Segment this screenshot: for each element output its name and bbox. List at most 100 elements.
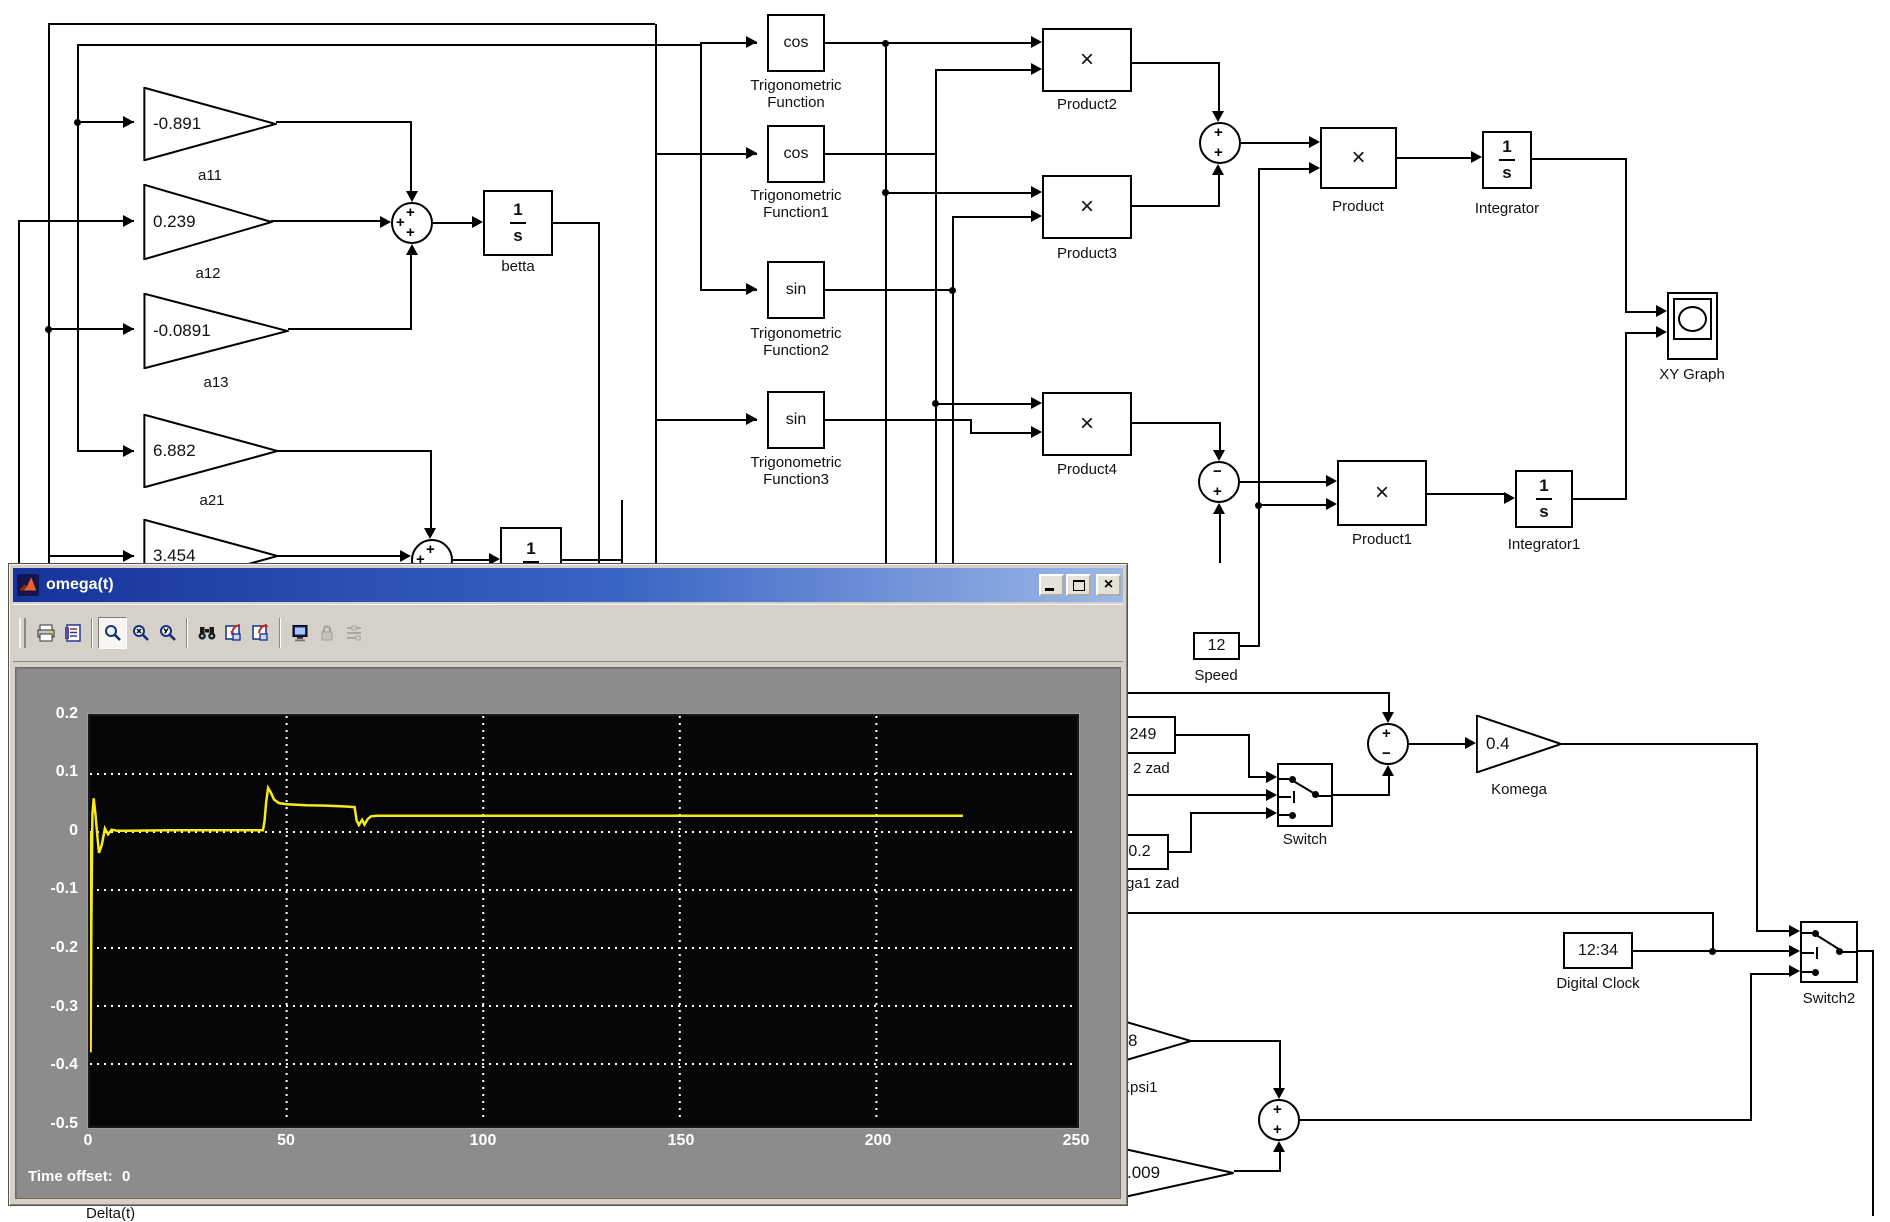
switch2-block[interactable]: [1800, 921, 1858, 983]
wire: [18, 220, 134, 222]
wire: [1131, 62, 1220, 64]
arrow: [424, 528, 436, 539]
xy-graph-block[interactable]: [1667, 292, 1718, 360]
gain-block-a12[interactable]: 0.239: [143, 184, 273, 260]
product2-block[interactable]: ×: [1042, 28, 1132, 92]
trig-block-sin3[interactable]: sin: [767, 391, 825, 449]
gain-value: .009: [1127, 1163, 1160, 1183]
arrow: [1789, 945, 1800, 957]
wire: [18, 221, 20, 563]
sum-block[interactable]: − +: [1198, 461, 1240, 503]
wire: [1279, 1040, 1281, 1089]
junction-dot: [1255, 502, 1262, 509]
minimize-button[interactable]: [1039, 574, 1064, 596]
autoscale-icon[interactable]: [193, 618, 220, 648]
lock-icon[interactable]: [313, 618, 340, 648]
digital-clock-block[interactable]: 12:34: [1563, 932, 1633, 969]
product4-block[interactable]: ×: [1042, 392, 1132, 456]
trig-block-cos[interactable]: cos: [767, 14, 825, 72]
sum-block[interactable]: + +: [1199, 122, 1241, 164]
block-label: Product: [1308, 198, 1408, 215]
scope-plot-area[interactable]: [88, 714, 1079, 1128]
toolbar-grip[interactable]: [19, 618, 26, 648]
constant-value: 12:34: [1565, 934, 1631, 967]
block-label: XY Graph: [1632, 366, 1752, 383]
close-button[interactable]: [1096, 574, 1121, 596]
block-label: Integrator1: [1484, 536, 1604, 553]
sum-sign: +: [1273, 1102, 1282, 1117]
save-axes-icon[interactable]: [220, 618, 247, 648]
product-symbol: ×: [1322, 129, 1395, 187]
block-label: TrigonometricFunction1: [716, 187, 876, 221]
parameters-icon[interactable]: [59, 618, 86, 648]
block-label: betta: [478, 258, 558, 275]
wire: [1625, 332, 1657, 334]
signal-selection-icon[interactable]: [340, 618, 367, 648]
x-tick: 200: [843, 1132, 913, 1150]
y-tick: -0.4: [22, 1055, 78, 1075]
integrator-block[interactable]: 1s: [1482, 131, 1532, 189]
arrow: [1326, 475, 1337, 487]
floating-scope-icon[interactable]: [286, 618, 313, 648]
sum-sign: +: [406, 225, 415, 240]
arrow: [1266, 789, 1277, 801]
integrator1-block[interactable]: 1s: [1515, 470, 1573, 528]
toolbar-separator: [279, 618, 281, 648]
gain-block-a21[interactable]: 6.882: [143, 414, 279, 488]
switch-block[interactable]: [1277, 763, 1333, 827]
wire: [288, 328, 412, 330]
print-icon[interactable]: [32, 618, 59, 648]
zoom-icon[interactable]: [98, 617, 127, 649]
block-label: Switch: [1255, 831, 1355, 848]
trig-block-cos1[interactable]: cos: [767, 125, 825, 183]
gain-block-a13[interactable]: -0.0891: [143, 293, 289, 369]
wire: [1218, 63, 1220, 112]
wire: [561, 559, 623, 561]
arrow: [1382, 765, 1394, 776]
wire: [1388, 692, 1390, 713]
arrow: [1656, 305, 1667, 317]
wire: [77, 45, 79, 452]
zoom-x-icon[interactable]: [127, 618, 154, 648]
arrow: [1465, 737, 1476, 749]
gain-block-a11[interactable]: -0.891: [143, 87, 277, 161]
product1-block[interactable]: ×: [1337, 460, 1427, 526]
wire: [1169, 851, 1192, 853]
maximize-button[interactable]: [1066, 574, 1091, 596]
sum-sign: +: [396, 215, 405, 230]
gain-block-komega[interactable]: 0.4: [1476, 715, 1562, 773]
trig-op: cos: [769, 16, 823, 70]
wire: [1240, 481, 1327, 483]
wire: [935, 403, 1032, 405]
sum-block[interactable]: + −: [1367, 723, 1409, 765]
block-label: Product3: [1037, 245, 1137, 262]
frac-num: 1: [513, 200, 522, 220]
wire: [1191, 1040, 1281, 1042]
arrow: [1471, 151, 1482, 163]
sum-block[interactable]: + +: [1258, 1099, 1300, 1141]
wire: [935, 69, 937, 563]
arrow: [123, 323, 134, 335]
wire: [1712, 912, 1714, 952]
wire: [935, 69, 1032, 71]
constant-speed[interactable]: 12: [1193, 632, 1240, 660]
integrator-block-betta[interactable]: 1s: [483, 190, 553, 256]
wire: [655, 24, 657, 563]
wire: [885, 43, 887, 563]
junction-dot: [74, 119, 81, 126]
gain-label: a12: [158, 265, 258, 282]
matlab-icon: [17, 574, 39, 596]
product-block[interactable]: ×: [1320, 127, 1397, 189]
toolbar-separator: [186, 618, 188, 648]
wire: [1176, 734, 1250, 736]
maximize-icon: [1073, 580, 1085, 591]
product3-block[interactable]: ×: [1042, 175, 1132, 239]
sum-sign: +: [1213, 484, 1222, 499]
scope-titlebar[interactable]: omega(t): [13, 568, 1123, 602]
sum-block[interactable]: + + +: [391, 202, 433, 244]
restore-axes-icon[interactable]: [247, 618, 274, 648]
trig-block-sin2[interactable]: sin: [767, 261, 825, 319]
frac-den: s: [1502, 163, 1511, 183]
x-tick: 50: [251, 1132, 321, 1150]
zoom-y-icon[interactable]: [154, 618, 181, 648]
